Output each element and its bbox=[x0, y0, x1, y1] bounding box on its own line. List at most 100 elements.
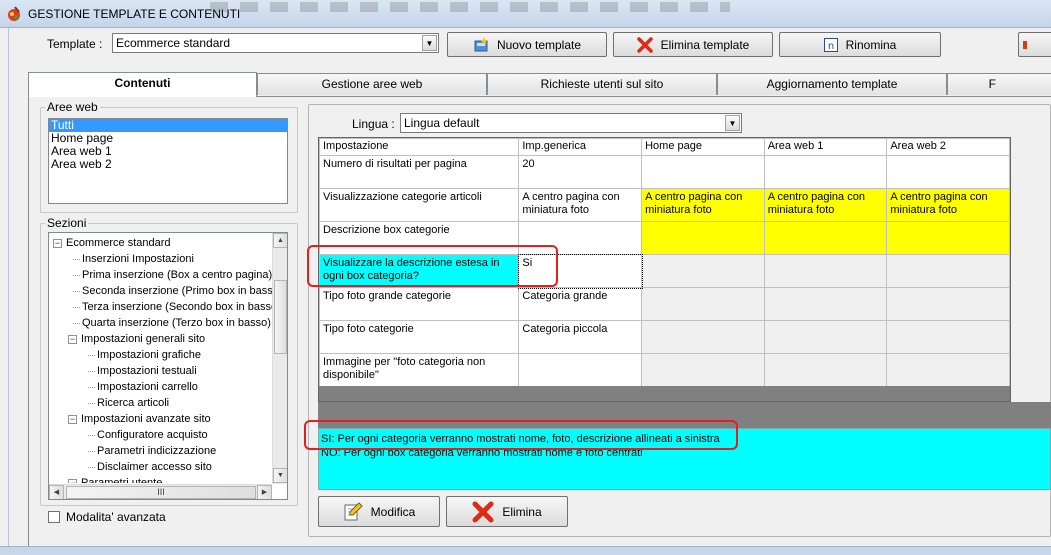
tree-item[interactable]: Parametri indicizzazione bbox=[97, 444, 216, 458]
template-select-value: Ecommerce standard bbox=[116, 36, 231, 50]
tab-aggiornamento-template[interactable]: Aggiornamento template bbox=[717, 73, 947, 95]
scroll-right-icon[interactable]: ▶ bbox=[257, 485, 272, 499]
tree-item[interactable]: Terza inserzione (Secondo box in basso) bbox=[82, 300, 273, 314]
sezioni-tree[interactable]: − Ecommerce standard Inserzioni Impostazio… bbox=[48, 232, 288, 500]
grid-cell[interactable] bbox=[641, 287, 765, 321]
grid-cell[interactable] bbox=[641, 221, 765, 255]
tree-item[interactable]: Quarta inserzione (Terzo box in basso) bbox=[82, 316, 271, 330]
grid-cell[interactable] bbox=[641, 320, 765, 354]
grid-column-header[interactable]: Area web 1 bbox=[763, 138, 888, 156]
template-select[interactable]: Ecommerce standard ▼ bbox=[112, 33, 439, 53]
tree-item[interactable]: Impostazioni grafiche bbox=[97, 348, 201, 362]
grid-cell[interactable]: Tipo foto grande categorie bbox=[319, 287, 520, 321]
tree-item[interactable]: Impostazioni avanzate sito bbox=[81, 412, 211, 426]
tree-horizontal-scrollbar[interactable]: ◀ III ▶ bbox=[49, 484, 272, 499]
tree-item[interactable]: Seconda inserzione (Primo box in basso) bbox=[82, 284, 273, 298]
tree-connector bbox=[88, 467, 95, 468]
tree-item[interactable]: Parametri utente bbox=[81, 476, 162, 483]
tree-item[interactable]: Disclaimer accesso sito bbox=[97, 460, 212, 474]
scroll-up-icon[interactable]: ▲ bbox=[273, 233, 287, 248]
aree-web-title: Aree web bbox=[45, 100, 100, 114]
tree-connector bbox=[88, 451, 95, 452]
tree-item[interactable]: Impostazioni carrello bbox=[97, 380, 198, 394]
template-label: Template : bbox=[47, 37, 103, 51]
delete-template-label: Elimina template bbox=[660, 37, 750, 52]
grid-cell[interactable]: A centro pagina con miniatura foto bbox=[886, 188, 1010, 222]
chevron-down-icon[interactable]: ▼ bbox=[422, 35, 437, 51]
tree-collapse-icon[interactable]: − bbox=[68, 415, 77, 424]
tab-partial[interactable]: F bbox=[947, 73, 1051, 95]
tree-item[interactable]: Impostazioni generali sito bbox=[81, 332, 205, 346]
grid-cell[interactable] bbox=[886, 320, 1010, 354]
tree-vertical-scrollbar[interactable]: ▲ ▼ bbox=[272, 233, 287, 484]
grid-column-header[interactable]: Imp.generica bbox=[518, 138, 643, 156]
tree-connector bbox=[88, 371, 95, 372]
grid-cell[interactable]: Numero di risultati per pagina bbox=[319, 155, 520, 189]
tree-collapse-icon[interactable]: − bbox=[68, 335, 77, 344]
tab-gestione-aree-web[interactable]: Gestione aree web bbox=[257, 73, 487, 95]
table-row[interactable]: Numero di risultati per pagina 20 bbox=[319, 155, 1010, 189]
grid-cell[interactable] bbox=[886, 155, 1010, 189]
tree-item[interactable]: Ricerca articoli bbox=[97, 396, 169, 410]
tab-contenuti[interactable]: Contenuti bbox=[28, 72, 257, 97]
tree-item[interactable]: Ecommerce standard bbox=[66, 236, 171, 250]
table-row[interactable]: Tipo foto categorie Categoria piccola bbox=[319, 320, 1010, 354]
grid-cell[interactable]: 20 bbox=[518, 155, 643, 189]
new-template-button[interactable]: Nuovo template bbox=[447, 32, 607, 57]
grid-cell[interactable] bbox=[763, 155, 888, 189]
tab-richieste-utenti[interactable]: Richieste utenti sul sito bbox=[487, 73, 717, 95]
table-row[interactable]: Immagine per "foto categoria non disponi… bbox=[319, 353, 1010, 387]
modify-button[interactable]: Modifica bbox=[318, 496, 440, 527]
grid-cell[interactable] bbox=[763, 287, 888, 321]
advanced-mode-checkbox[interactable] bbox=[48, 511, 60, 523]
grid-cell[interactable] bbox=[886, 287, 1010, 321]
grid-column-header[interactable]: Area web 2 bbox=[886, 138, 1010, 156]
tree-item[interactable]: Inserzioni Impostazioni bbox=[82, 252, 194, 266]
tree-collapse-icon[interactable]: − bbox=[53, 239, 62, 248]
rename-button[interactable]: n Rinomina bbox=[779, 32, 941, 57]
tree-item[interactable]: Configuratore acquisto bbox=[97, 428, 208, 442]
grid-cell[interactable]: Categoria piccola bbox=[518, 320, 643, 354]
grid-cell[interactable]: A centro pagina con miniatura foto bbox=[763, 188, 888, 222]
grid-cell[interactable] bbox=[641, 353, 765, 387]
delete-button[interactable]: Elimina bbox=[446, 496, 568, 527]
grid-cell[interactable] bbox=[518, 353, 643, 387]
grid-cell[interactable] bbox=[886, 254, 1010, 288]
grid-header-row: Impostazione Imp.generica Home page Area we… bbox=[319, 138, 1010, 156]
delete-template-button[interactable]: Elimina template bbox=[613, 32, 773, 57]
tree-item[interactable]: Impostazioni testuali bbox=[97, 364, 197, 378]
tree-item[interactable]: Prima inserzione (Box a centro pagina) bbox=[82, 268, 272, 282]
grid-cell[interactable]: Immagine per "foto categoria non disponi… bbox=[319, 353, 520, 387]
grid-cell[interactable] bbox=[886, 221, 1010, 255]
grid-cell[interactable]: A centro pagina con miniatura foto bbox=[518, 188, 643, 222]
list-item[interactable]: Area web 2 bbox=[49, 158, 287, 171]
scroll-thumb[interactable] bbox=[274, 280, 287, 354]
delete-label: Elimina bbox=[502, 504, 542, 519]
scroll-left-icon[interactable]: ◀ bbox=[49, 485, 64, 499]
grid-cell[interactable] bbox=[641, 155, 765, 189]
annotation-highlight-description bbox=[304, 420, 738, 450]
grid-cell[interactable]: Tipo foto categorie bbox=[319, 320, 520, 354]
scroll-thumb-horizontal[interactable]: III bbox=[66, 486, 256, 499]
grid-cell[interactable] bbox=[763, 320, 888, 354]
grid-column-header[interactable]: Home page bbox=[641, 138, 765, 156]
app-icon bbox=[8, 6, 20, 21]
tree-collapse-icon[interactable]: − bbox=[68, 479, 77, 483]
grid-cell[interactable] bbox=[763, 221, 888, 255]
extra-button-partial[interactable] bbox=[1018, 32, 1051, 57]
chevron-down-icon[interactable]: ▼ bbox=[725, 115, 740, 131]
grid-cell[interactable]: Categoria grande bbox=[518, 287, 643, 321]
grid-cell[interactable] bbox=[641, 254, 765, 288]
scroll-down-icon[interactable]: ▼ bbox=[273, 468, 287, 483]
table-row[interactable]: Visualizzazione categorie articoli A cent… bbox=[319, 188, 1010, 222]
grid-column-header[interactable]: Impostazione bbox=[319, 138, 520, 156]
grid-cell[interactable] bbox=[886, 353, 1010, 387]
lingua-select[interactable]: Lingua default ▼ bbox=[400, 113, 742, 133]
grid-cell[interactable] bbox=[763, 353, 888, 387]
tree-connector bbox=[88, 387, 95, 388]
grid-cell[interactable]: A centro pagina con miniatura foto bbox=[641, 188, 765, 222]
table-row[interactable]: Tipo foto grande categorie Categoria gran… bbox=[319, 287, 1010, 321]
aree-web-list[interactable]: Tutti Home page Area web 1 Area web 2 bbox=[48, 118, 288, 204]
grid-cell[interactable] bbox=[763, 254, 888, 288]
grid-cell[interactable]: Visualizzazione categorie articoli bbox=[319, 188, 520, 222]
